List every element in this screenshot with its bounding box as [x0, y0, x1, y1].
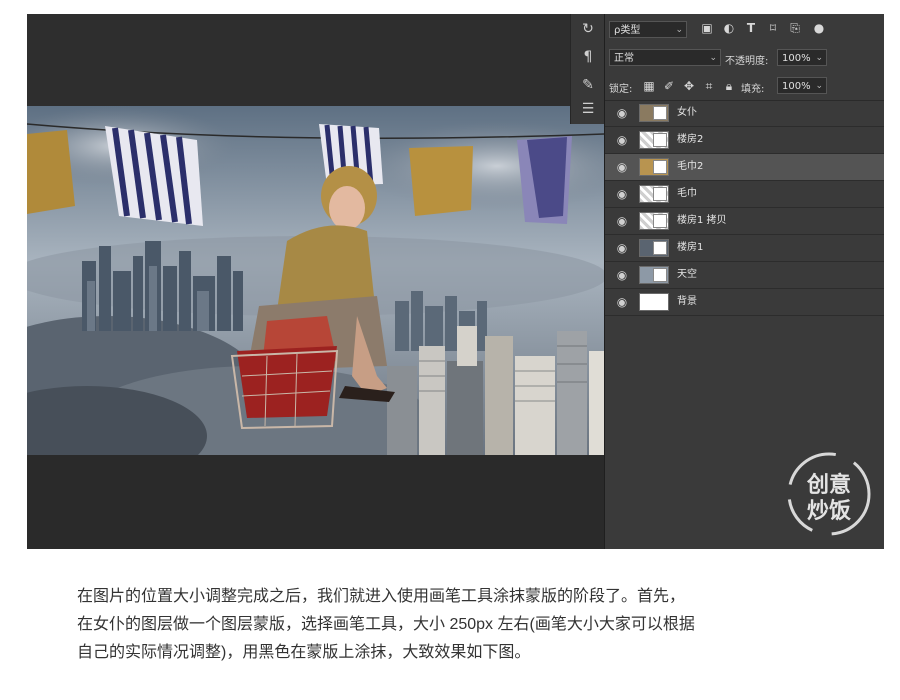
- layer-row-selected[interactable]: ◉ 毛巾2: [605, 154, 884, 181]
- layer-mask-thumbnail[interactable]: [653, 160, 667, 174]
- layer-name: 楼房2: [677, 134, 704, 145]
- blend-row: 正常 ⌄ 不透明度: 100% ⌄: [605, 44, 884, 72]
- layer-row[interactable]: ◉ 毛巾: [605, 181, 884, 208]
- lock-image-icon[interactable]: ✐: [661, 78, 677, 94]
- caption-line: 在女仆的图层做一个图层蒙版，选择画笔工具，大小 250px 左右(画笔大小大家可…: [77, 616, 695, 633]
- layer-row[interactable]: ◉ 女仆: [605, 100, 884, 127]
- eye-icon[interactable]: ◉: [615, 241, 629, 255]
- eye-icon[interactable]: ◉: [615, 214, 629, 228]
- type-filter-icon[interactable]: T: [743, 20, 759, 36]
- fill-label: 填充:: [741, 84, 765, 95]
- eye-icon[interactable]: ◉: [615, 160, 629, 174]
- adjustment-filter-icon[interactable]: ◐: [721, 20, 737, 36]
- opacity-field[interactable]: 100% ⌄: [777, 49, 827, 66]
- layer-name: 楼房1: [677, 242, 704, 253]
- chevron-down-icon: ⌄: [675, 25, 683, 35]
- layer-mask-thumbnail[interactable]: [653, 106, 667, 120]
- watermark-logo: 创意 炒饭: [787, 452, 871, 536]
- layer-row[interactable]: ◉ 楼房1 拷贝: [605, 208, 884, 235]
- composite-photo: [27, 106, 604, 455]
- filter-kind-label: ρ类型: [614, 25, 641, 36]
- photoshop-screenshot: ↻ ¶ ✎ ☰ ρ类型 ⌄ ▣ ◐ T ⌑ ⎘ ● 正常 ⌄ 不透明度: 100…: [27, 14, 884, 549]
- svg-text:创意: 创意: [806, 472, 851, 498]
- layer-thumbnail: [639, 293, 669, 311]
- layer-mask-thumbnail[interactable]: [653, 268, 667, 282]
- lock-transparent-icon[interactable]: ▦: [641, 78, 657, 94]
- layer-row[interactable]: ◉ 楼房2: [605, 127, 884, 154]
- panel-dock-toolbar: ↻ ¶ ✎ ☰: [570, 14, 605, 124]
- caption-line: 在图片的位置大小调整完成之后，我们就进入使用画笔工具涂抹蒙版的阶段了。首先，: [77, 588, 686, 605]
- lock-row: 锁定: ▦ ✐ ✥ ⌗ 🔒︎ 填充: 100% ⌄: [605, 72, 884, 101]
- layer-name: 女仆: [677, 107, 697, 118]
- layer-row[interactable]: ◉ 背景: [605, 289, 884, 316]
- canvas-area[interactable]: [27, 14, 604, 549]
- eye-icon[interactable]: ◉: [615, 106, 629, 120]
- layer-filter-row: ρ类型 ⌄ ▣ ◐ T ⌑ ⎘ ●: [605, 14, 884, 44]
- paragraph-icon[interactable]: ¶: [576, 46, 600, 68]
- layer-row[interactable]: ◉ 楼房1: [605, 235, 884, 262]
- layer-name: 毛巾2: [677, 161, 704, 172]
- shape-filter-icon[interactable]: ⌑: [765, 20, 781, 36]
- image-filter-icon[interactable]: ▣: [699, 20, 715, 36]
- blend-mode-select[interactable]: 正常 ⌄: [609, 49, 721, 66]
- layer-row[interactable]: ◉ 天空: [605, 262, 884, 289]
- smart-object-filter-icon[interactable]: ⎘: [787, 20, 803, 36]
- eye-icon[interactable]: ◉: [615, 268, 629, 282]
- canvas-pasteboard-bottom: [27, 455, 604, 549]
- lock-artboard-icon[interactable]: ⌗: [701, 78, 717, 94]
- fill-field[interactable]: 100% ⌄: [777, 77, 827, 94]
- layer-mask-thumbnail[interactable]: [653, 187, 667, 201]
- opacity-value: 100%: [782, 53, 811, 64]
- lock-position-icon[interactable]: ✥: [681, 78, 697, 94]
- eye-icon[interactable]: ◉: [615, 187, 629, 201]
- blend-mode-value: 正常: [614, 53, 634, 64]
- brush-preset-icon[interactable]: ✎: [576, 74, 600, 96]
- layer-name: 毛巾: [677, 188, 697, 199]
- properties-icon[interactable]: ☰: [576, 98, 600, 120]
- chevron-down-icon: ⌄: [815, 81, 823, 91]
- layer-name: 天空: [677, 269, 697, 280]
- lock-label: 锁定:: [609, 84, 633, 95]
- layer-name: 楼房1 拷贝: [677, 215, 727, 226]
- svg-text:炒饭: 炒饭: [807, 498, 851, 524]
- fill-value: 100%: [782, 81, 811, 92]
- lock-all-icon[interactable]: 🔒︎: [721, 78, 737, 94]
- layer-mask-thumbnail[interactable]: [653, 241, 667, 255]
- layer-name: 背景: [677, 296, 697, 307]
- eye-icon[interactable]: ◉: [615, 133, 629, 147]
- toggle-filter-icon[interactable]: ●: [811, 20, 827, 36]
- layer-mask-thumbnail[interactable]: [653, 133, 667, 147]
- canvas-pasteboard-top: [27, 14, 604, 106]
- chevron-down-icon: ⌄: [815, 53, 823, 63]
- layer-mask-thumbnail[interactable]: [653, 214, 667, 228]
- history-icon[interactable]: ↻: [576, 18, 600, 40]
- eye-icon[interactable]: ◉: [615, 295, 629, 309]
- caption-line: 自己的实际情况调整)，用黑色在蒙版上涂抹，大致效果如下图。: [77, 644, 531, 661]
- opacity-label: 不透明度:: [725, 56, 769, 67]
- article-caption: 在图片的位置大小调整完成之后，我们就进入使用画笔工具涂抹蒙版的阶段了。首先， 在…: [77, 583, 857, 667]
- chevron-down-icon: ⌄: [709, 53, 717, 63]
- filter-kind-select[interactable]: ρ类型 ⌄: [609, 21, 687, 38]
